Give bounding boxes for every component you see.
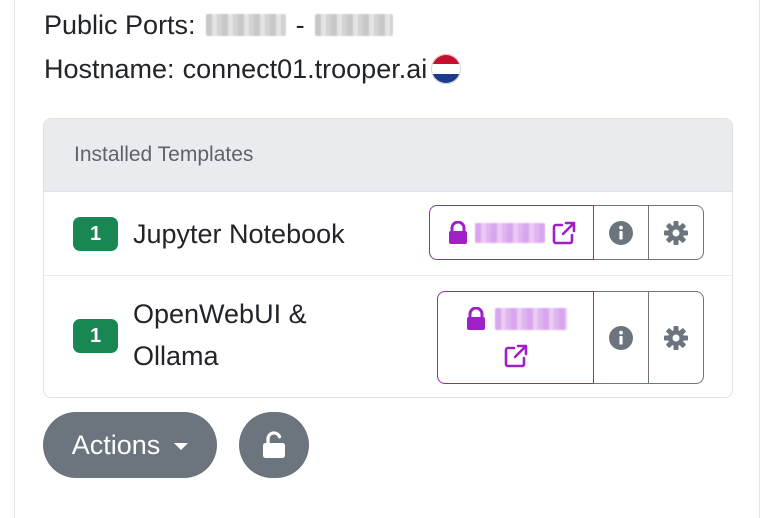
template-settings-button[interactable] — [649, 205, 704, 260]
hostname-label: Hostname: — [44, 54, 175, 84]
open-template-link-button[interactable] — [429, 205, 594, 260]
public-ports-label: Public Ports: — [44, 10, 196, 40]
external-link-icon — [551, 220, 577, 246]
template-info-button[interactable] — [594, 205, 649, 260]
unlock-button[interactable] — [239, 412, 309, 478]
netherlands-flag-icon — [431, 54, 462, 84]
template-info-button[interactable] — [594, 291, 649, 384]
info-icon — [608, 325, 634, 351]
redacted-url — [494, 307, 567, 330]
template-count-badge: 1 — [73, 319, 118, 353]
actions-dropdown-button[interactable]: Actions — [43, 412, 217, 478]
template-row-jupyter: 1 Jupyter Notebook — [44, 192, 732, 276]
template-count-badge: 1 — [73, 217, 118, 251]
gear-icon — [663, 325, 689, 351]
hostname-value: connect01.trooper.ai — [182, 54, 428, 84]
installed-templates-header: Installed Templates — [44, 119, 732, 192]
unlock-icon — [261, 431, 287, 459]
lock-icon — [465, 306, 487, 331]
template-name-line2: Ollama — [133, 341, 219, 371]
public-ports-line: Public Ports: - — [44, 8, 393, 42]
template-button-group — [429, 205, 704, 260]
external-link-icon — [503, 343, 529, 369]
installed-templates-panel: Installed Templates 1 Jupyter Notebook 1… — [43, 118, 733, 398]
actions-label: Actions — [71, 429, 161, 460]
port-separator: - — [295, 10, 305, 40]
template-name: Jupyter Notebook — [133, 219, 345, 249]
template-name: OpenWebUI & Ollama — [133, 293, 307, 377]
port-end-redacted — [314, 14, 393, 36]
info-icon — [608, 220, 634, 246]
template-button-group — [437, 291, 704, 384]
redacted-url — [474, 222, 545, 243]
template-name-line1: OpenWebUI & — [133, 299, 307, 329]
gear-icon — [663, 220, 689, 246]
lock-icon — [447, 220, 469, 245]
caret-down-icon — [174, 443, 189, 450]
link-top-row — [465, 306, 567, 331]
open-template-link-button[interactable] — [437, 291, 594, 384]
port-start-redacted — [205, 14, 286, 36]
template-row-openwebui: 1 OpenWebUI & Ollama — [44, 276, 732, 397]
hostname-line: Hostname: connect01.trooper.ai — [44, 52, 462, 86]
template-settings-button[interactable] — [649, 291, 704, 384]
